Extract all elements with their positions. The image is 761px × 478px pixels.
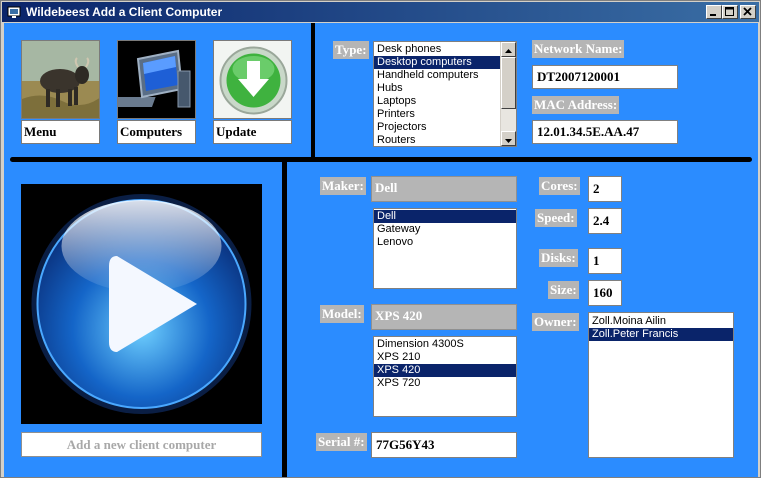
model-list-item[interactable]: XPS 720 — [374, 377, 516, 390]
add-client-button[interactable]: Add a new client computer — [21, 432, 262, 457]
type-list-item[interactable]: Hubs — [374, 82, 500, 95]
owner-listbox[interactable]: Zoll.Moina Ailin Zoll.Peter Francis — [588, 312, 734, 458]
app-icon — [7, 6, 21, 18]
type-items: Desk phones Desktop computers Handheld com… — [374, 42, 516, 146]
media-player[interactable] — [21, 184, 262, 424]
menu-button[interactable]: Menu — [21, 120, 100, 144]
maximize-icon — [725, 7, 734, 16]
window-title: Wildebeest Add a Client Computer — [26, 5, 223, 19]
model-list-item[interactable]: XPS 420 — [374, 364, 516, 377]
maximize-button[interactable] — [722, 5, 738, 19]
wildebeest-image-icon — [22, 41, 99, 118]
disks-input[interactable]: 1 — [588, 248, 622, 274]
type-list-item[interactable]: Handheld computers — [374, 69, 500, 82]
maker-label: Maker: — [320, 177, 366, 195]
cores-label: Cores: — [539, 177, 580, 195]
maker-list-item[interactable]: Gateway — [374, 223, 516, 236]
speed-label: Speed: — [535, 209, 577, 227]
download-arrow-icon — [219, 46, 288, 115]
size-input[interactable]: 160 — [588, 280, 622, 306]
maker-items: Dell Gateway Lenovo — [374, 210, 516, 249]
mac-address-label: MAC Address: — [532, 96, 620, 114]
cores-input[interactable]: 2 — [588, 176, 622, 202]
close-icon — [743, 7, 752, 16]
network-name-input[interactable]: DT2007120001 — [532, 65, 678, 89]
play-icon — [31, 194, 252, 414]
type-scrollbar[interactable] — [500, 42, 516, 146]
update-tile[interactable] — [213, 40, 292, 119]
model-label: Model: — [320, 305, 364, 323]
owner-list-item[interactable]: Zoll.Peter Francis — [589, 328, 733, 341]
owner-list-item[interactable]: Zoll.Moina Ailin — [589, 315, 733, 328]
serial-label: Serial #: — [316, 433, 367, 451]
minimize-icon — [710, 14, 716, 16]
model-items: Dimension 4300S XPS 210 XPS 420 XPS 720 — [374, 338, 516, 390]
maker-listbox[interactable]: Dell Gateway Lenovo — [373, 208, 517, 289]
type-list-item[interactable]: Routers — [374, 134, 500, 146]
update-button[interactable]: Update — [213, 120, 292, 144]
type-listbox[interactable]: Desk phones Desktop computers Handheld com… — [373, 41, 517, 147]
close-button[interactable] — [740, 5, 756, 19]
owner-items: Zoll.Moina Ailin Zoll.Peter Francis — [589, 315, 733, 341]
maker-list-item[interactable]: Lenovo — [374, 236, 516, 249]
form-area: Menu Computers Update Type: Desk phones D — [4, 23, 758, 477]
divider-vertical-bottom — [282, 162, 287, 477]
owner-label: Owner: — [532, 313, 579, 331]
serial-input[interactable]: 77G56Y43 — [371, 432, 517, 458]
model-field[interactable]: XPS 420 — [371, 304, 517, 330]
arrow-down-icon — [505, 139, 512, 143]
type-list-item[interactable]: Desktop computers — [374, 56, 500, 69]
maker-list-item[interactable]: Dell — [374, 210, 516, 223]
model-list-item[interactable]: Dimension 4300S — [374, 338, 516, 351]
divider-horizontal — [10, 157, 752, 162]
type-label: Type: — [333, 41, 369, 59]
minimize-button[interactable] — [706, 5, 722, 19]
title-bar[interactable]: Wildebeest Add a Client Computer — [2, 2, 759, 22]
size-label: Size: — [548, 281, 579, 299]
speed-input[interactable]: 2.4 — [588, 208, 622, 234]
mac-address-input[interactable]: 12.01.34.5E.AA.47 — [532, 120, 678, 144]
network-name-label: Network Name: — [532, 40, 625, 58]
type-list-item[interactable]: Laptops — [374, 95, 500, 108]
scroll-thumb[interactable] — [501, 57, 516, 109]
scroll-up-button[interactable] — [501, 42, 516, 57]
computers-tile[interactable] — [117, 40, 196, 119]
type-list-item[interactable]: Desk phones — [374, 43, 500, 56]
type-list-item[interactable]: Projectors — [374, 121, 500, 134]
scroll-down-button[interactable] — [501, 131, 516, 146]
model-list-item[interactable]: XPS 210 — [374, 351, 516, 364]
maker-field[interactable]: Dell — [371, 176, 517, 202]
menu-tile[interactable] — [21, 40, 100, 119]
app-window: Wildebeest Add a Client Computer Menu Co… — [0, 0, 761, 478]
computer-monitor-icon — [118, 49, 191, 108]
type-list-item[interactable]: Printers — [374, 108, 500, 121]
disks-label: Disks: — [539, 249, 578, 267]
divider-vertical-top — [311, 23, 315, 157]
model-listbox[interactable]: Dimension 4300S XPS 210 XPS 420 XPS 720 — [373, 336, 517, 417]
computers-button[interactable]: Computers — [117, 120, 196, 144]
